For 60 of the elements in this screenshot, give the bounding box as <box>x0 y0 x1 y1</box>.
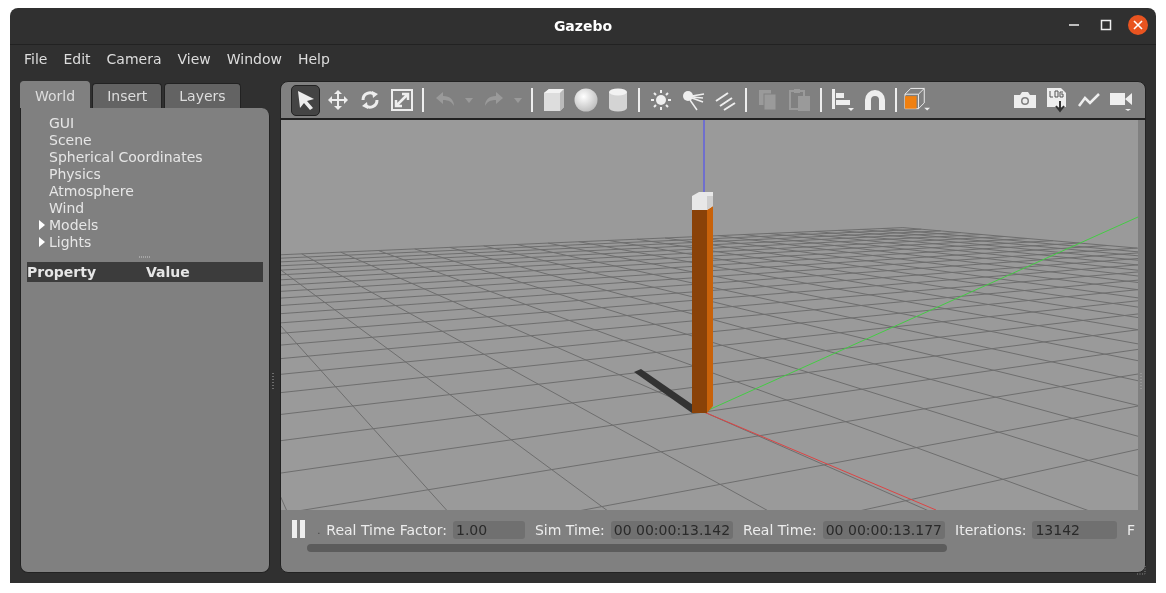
status-value-field: 13142 <box>1032 521 1117 539</box>
wireframe-cube-icon <box>904 87 931 113</box>
tree-item[interactable]: Physics <box>49 165 101 182</box>
move-arrows-icon <box>326 89 349 111</box>
splitter-handle-icon[interactable] <box>272 373 274 391</box>
status-value-field: 1.00 <box>453 521 525 539</box>
copy-icon <box>757 89 778 111</box>
status-label: Real Time Factor: <box>326 522 447 538</box>
minimize-icon <box>1068 24 1080 26</box>
tab[interactable]: Layers <box>164 83 241 108</box>
parallel-arrows-icon <box>713 89 736 111</box>
tree-item[interactable]: GUI <box>49 114 75 131</box>
menu-item[interactable]: Camera <box>98 51 170 67</box>
tree-item[interactable]: Scene <box>49 131 92 148</box>
clipboard-icon <box>788 88 811 112</box>
sphere-icon <box>573 88 598 112</box>
menu-item[interactable]: Window <box>218 51 290 67</box>
collapsed-arrow-icon[interactable] <box>38 219 46 230</box>
tree-item[interactable]: Atmosphere <box>49 182 134 199</box>
menu-item[interactable]: Edit <box>55 51 99 67</box>
toolbar-button[interactable] <box>291 84 320 116</box>
maximize-icon <box>1100 19 1112 31</box>
status-label: Real Time: <box>743 522 817 538</box>
splitter-grip-icon[interactable] <box>138 254 152 260</box>
column-header: Value <box>146 264 190 280</box>
log-download-icon <box>1045 87 1068 113</box>
status-label: Iterations: <box>955 522 1027 538</box>
scale-icon <box>390 89 413 111</box>
horizontal-scrollbar[interactable] <box>307 544 947 552</box>
tree-item[interactable]: Wind <box>49 199 85 216</box>
status-label: Sim Time: <box>534 522 605 538</box>
magnet-icon <box>862 89 887 111</box>
menu-item[interactable]: View <box>169 51 219 67</box>
cylinder-icon <box>607 88 628 112</box>
step-label: . <box>317 524 321 536</box>
tab[interactable]: Insert <box>92 83 163 108</box>
spotlight-icon <box>680 89 705 111</box>
status-value-field: 00 00:00:13.177 <box>822 521 946 539</box>
resize-grip-icon[interactable] <box>1136 565 1146 575</box>
menu-item[interactable]: Help <box>289 51 338 67</box>
tree-item[interactable]: Spherical Coordinates <box>49 148 203 165</box>
column-header: Property <box>27 264 98 280</box>
tab[interactable]: World <box>20 81 91 108</box>
box-icon <box>542 88 565 112</box>
tree-item[interactable]: Lights <box>49 233 92 250</box>
status-value-field: 00 00:00:13.142 <box>610 521 734 539</box>
window-title: Gazebo <box>553 18 613 34</box>
status-label: F <box>1126 522 1135 538</box>
camera-icon <box>1012 90 1037 110</box>
pause-button[interactable] <box>291 520 306 540</box>
line-graph-icon <box>1076 91 1101 109</box>
caret-icon <box>514 97 522 103</box>
close-icon <box>1133 20 1143 30</box>
caret-icon <box>465 97 473 103</box>
sun-icon <box>649 89 672 111</box>
collapsed-arrow-icon[interactable] <box>38 236 46 247</box>
tree-item[interactable]: Models <box>49 216 99 233</box>
menu-item[interactable]: File <box>16 51 56 67</box>
close-button[interactable] <box>1128 15 1148 35</box>
align-icon <box>830 88 855 112</box>
